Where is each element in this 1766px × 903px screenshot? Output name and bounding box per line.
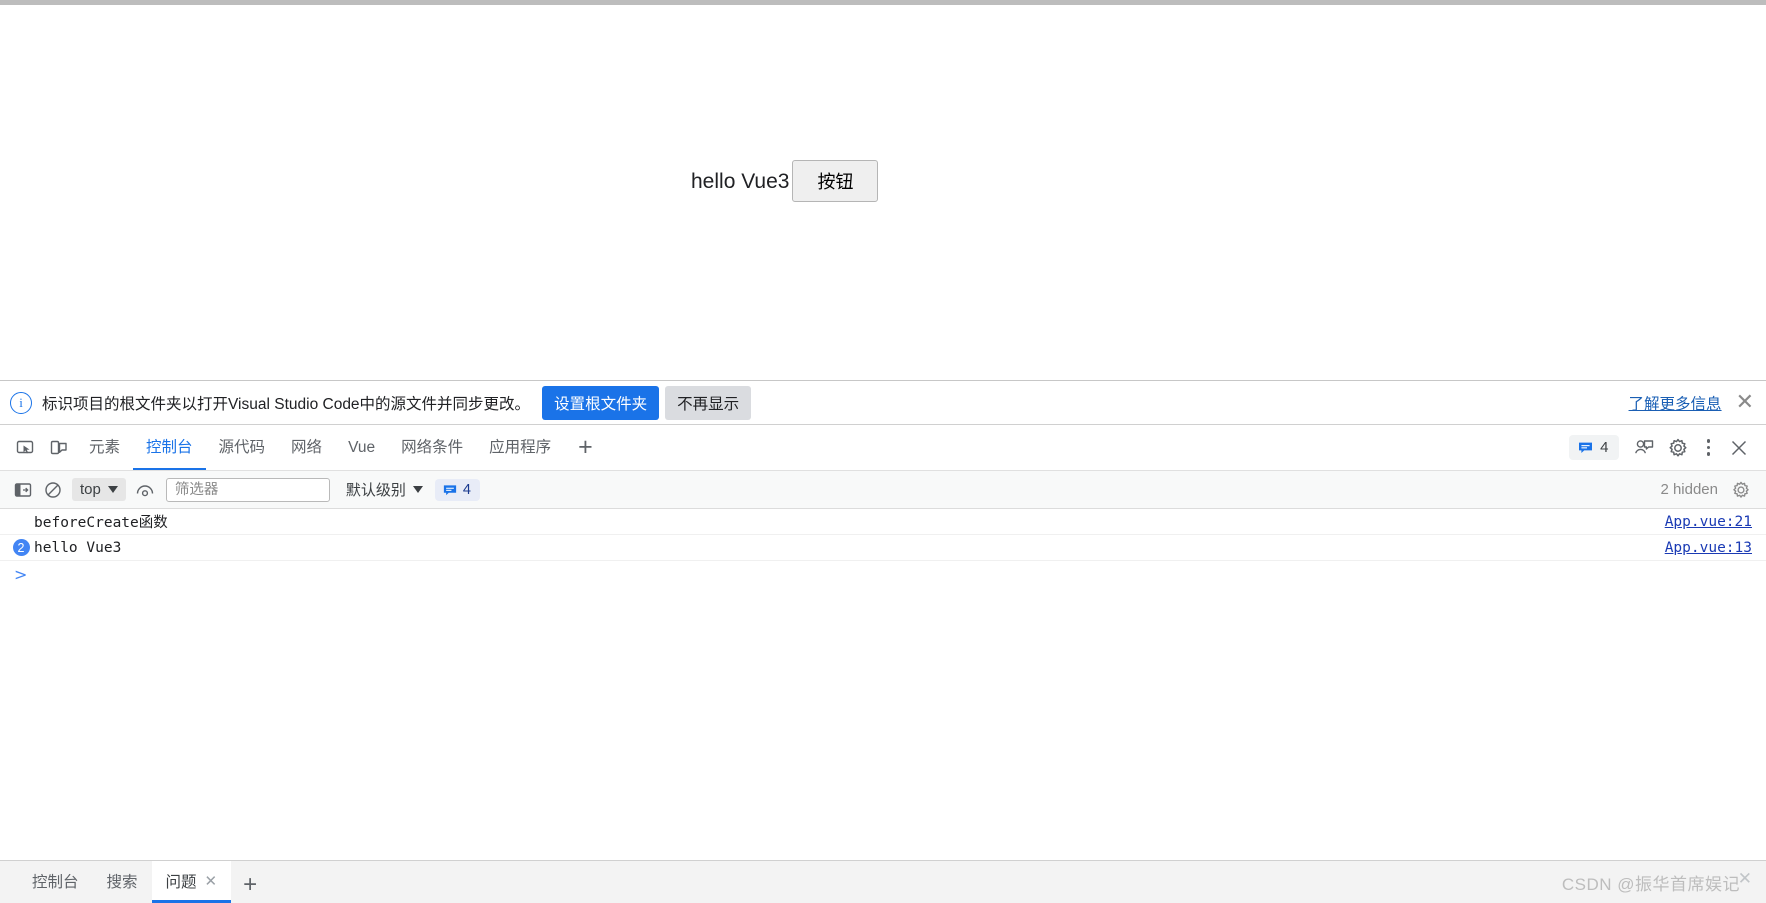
tab-vue[interactable]: Vue — [335, 425, 388, 470]
drawer-tab-label: 控制台 — [32, 873, 79, 891]
more-options-icon[interactable] — [1695, 439, 1723, 456]
console-issues-badge[interactable]: 4 — [434, 478, 480, 501]
drawer-tab-label: 问题 — [165, 873, 197, 891]
execution-context-value: top — [80, 481, 101, 498]
hidden-messages-label: 2 hidden — [1660, 481, 1718, 498]
live-expression-icon[interactable] — [130, 477, 160, 503]
log-source-link[interactable]: App.vue:21 — [1665, 514, 1752, 530]
kebab-dot — [1706, 452, 1710, 456]
inspect-element-icon[interactable] — [8, 433, 42, 463]
app-content: hello Vue3 按钮 — [691, 160, 879, 202]
feedback-icon[interactable] — [1627, 433, 1661, 463]
console-filter-input[interactable] — [165, 477, 330, 502]
tab-sources[interactable]: 源代码 — [206, 425, 279, 470]
message-count-badge[interactable]: 4 — [1569, 435, 1619, 460]
tab-application[interactable]: 应用程序 — [476, 425, 564, 470]
infobar-close-icon[interactable]: ✕ — [1736, 391, 1754, 414]
log-count-slot: 2 — [8, 539, 34, 556]
console-input-row[interactable]: > — [0, 561, 1766, 587]
kebab-dot — [1706, 445, 1710, 450]
devtools-close-icon[interactable] — [1722, 433, 1756, 463]
console-message-row[interactable]: beforeCreate函数 App.vue:21 — [0, 509, 1766, 535]
chat-bubble-icon — [443, 484, 456, 495]
clear-console-icon[interactable] — [38, 477, 68, 503]
console-sidebar-toggle-icon[interactable] — [8, 477, 38, 503]
drawer-close-icon[interactable]: ✕ — [1738, 869, 1752, 889]
drawer-add-tab-icon[interactable]: + — [231, 873, 269, 903]
add-panel-icon[interactable]: + — [564, 435, 607, 460]
settings-gear-icon[interactable] — [1661, 433, 1695, 463]
log-level-value: 默认级别 — [345, 482, 406, 499]
console-message-row[interactable]: 2 hello Vue3 App.vue:13 — [0, 535, 1766, 561]
drawer-tab-console[interactable]: 控制台 — [18, 861, 93, 903]
tab-elements[interactable]: 元素 — [76, 425, 133, 470]
console-toolbar: top 默认级别 4 2 hidden — [0, 471, 1766, 509]
execution-context-select[interactable]: top — [72, 478, 126, 501]
csdn-watermark: CSDN @振华首席娱记 — [1561, 875, 1740, 894]
log-message-text: beforeCreate函数 — [34, 515, 168, 531]
chevron-down-icon — [107, 486, 118, 493]
console-message-list[interactable]: beforeCreate函数 App.vue:21 2 hello Vue3 A… — [0, 509, 1766, 827]
learn-more-link[interactable]: 了解更多信息 — [1629, 392, 1722, 414]
device-toolbar-icon[interactable] — [42, 433, 76, 463]
workspace-infobar: i 标识项目的根文件夹以打开Visual Studio Code中的源文件并同步… — [0, 380, 1766, 425]
log-source-link[interactable]: App.vue:13 — [1665, 540, 1752, 556]
infobar-message: 标识项目的根文件夹以打开Visual Studio Code中的源文件并同步更改… — [42, 395, 531, 413]
kebab-dot — [1706, 439, 1710, 443]
drawer-tab-label: 搜索 — [106, 873, 138, 891]
dont-show-again-button[interactable]: 不再显示 — [665, 385, 752, 420]
log-level-select[interactable]: 默认级别 — [346, 479, 423, 500]
drawer-tab-issues[interactable]: 问题 ✕ — [151, 861, 232, 903]
devtools-tabbar: 元素 控制台 源代码 网络 Vue 网络条件 应用程序 + 4 — [0, 425, 1766, 471]
chat-bubble-icon — [1579, 442, 1593, 453]
greeting-text: hello Vue3 — [691, 169, 790, 193]
devtools-drawer: 控制台 搜索 问题 ✕ + CSDN @振华首席娱记 ✕ — [0, 860, 1766, 903]
console-issues-count: 4 — [462, 481, 471, 498]
log-message-text: hello Vue3 — [34, 539, 122, 556]
drawer-tabs: 控制台 搜索 问题 ✕ — [0, 861, 232, 903]
drawer-tab-search[interactable]: 搜索 — [93, 861, 152, 903]
console-prompt-chevron-icon: > — [14, 564, 28, 584]
tab-network-conditions[interactable]: 网络条件 — [388, 425, 476, 470]
set-root-folder-button[interactable]: 设置根文件夹 — [542, 385, 660, 420]
tab-network[interactable]: 网络 — [278, 425, 335, 470]
tab-console[interactable]: 控制台 — [133, 425, 206, 470]
info-circle-icon: i — [10, 391, 32, 414]
console-settings-gear-icon[interactable] — [1726, 477, 1756, 503]
chevron-down-icon — [412, 486, 423, 493]
message-count-value: 4 — [1600, 439, 1609, 456]
app-action-button[interactable]: 按钮 — [792, 160, 879, 202]
log-repeat-count-badge: 2 — [12, 539, 30, 556]
drawer-tab-close-icon[interactable]: ✕ — [205, 872, 218, 890]
page-viewport: hello Vue3 按钮 — [0, 5, 1766, 380]
